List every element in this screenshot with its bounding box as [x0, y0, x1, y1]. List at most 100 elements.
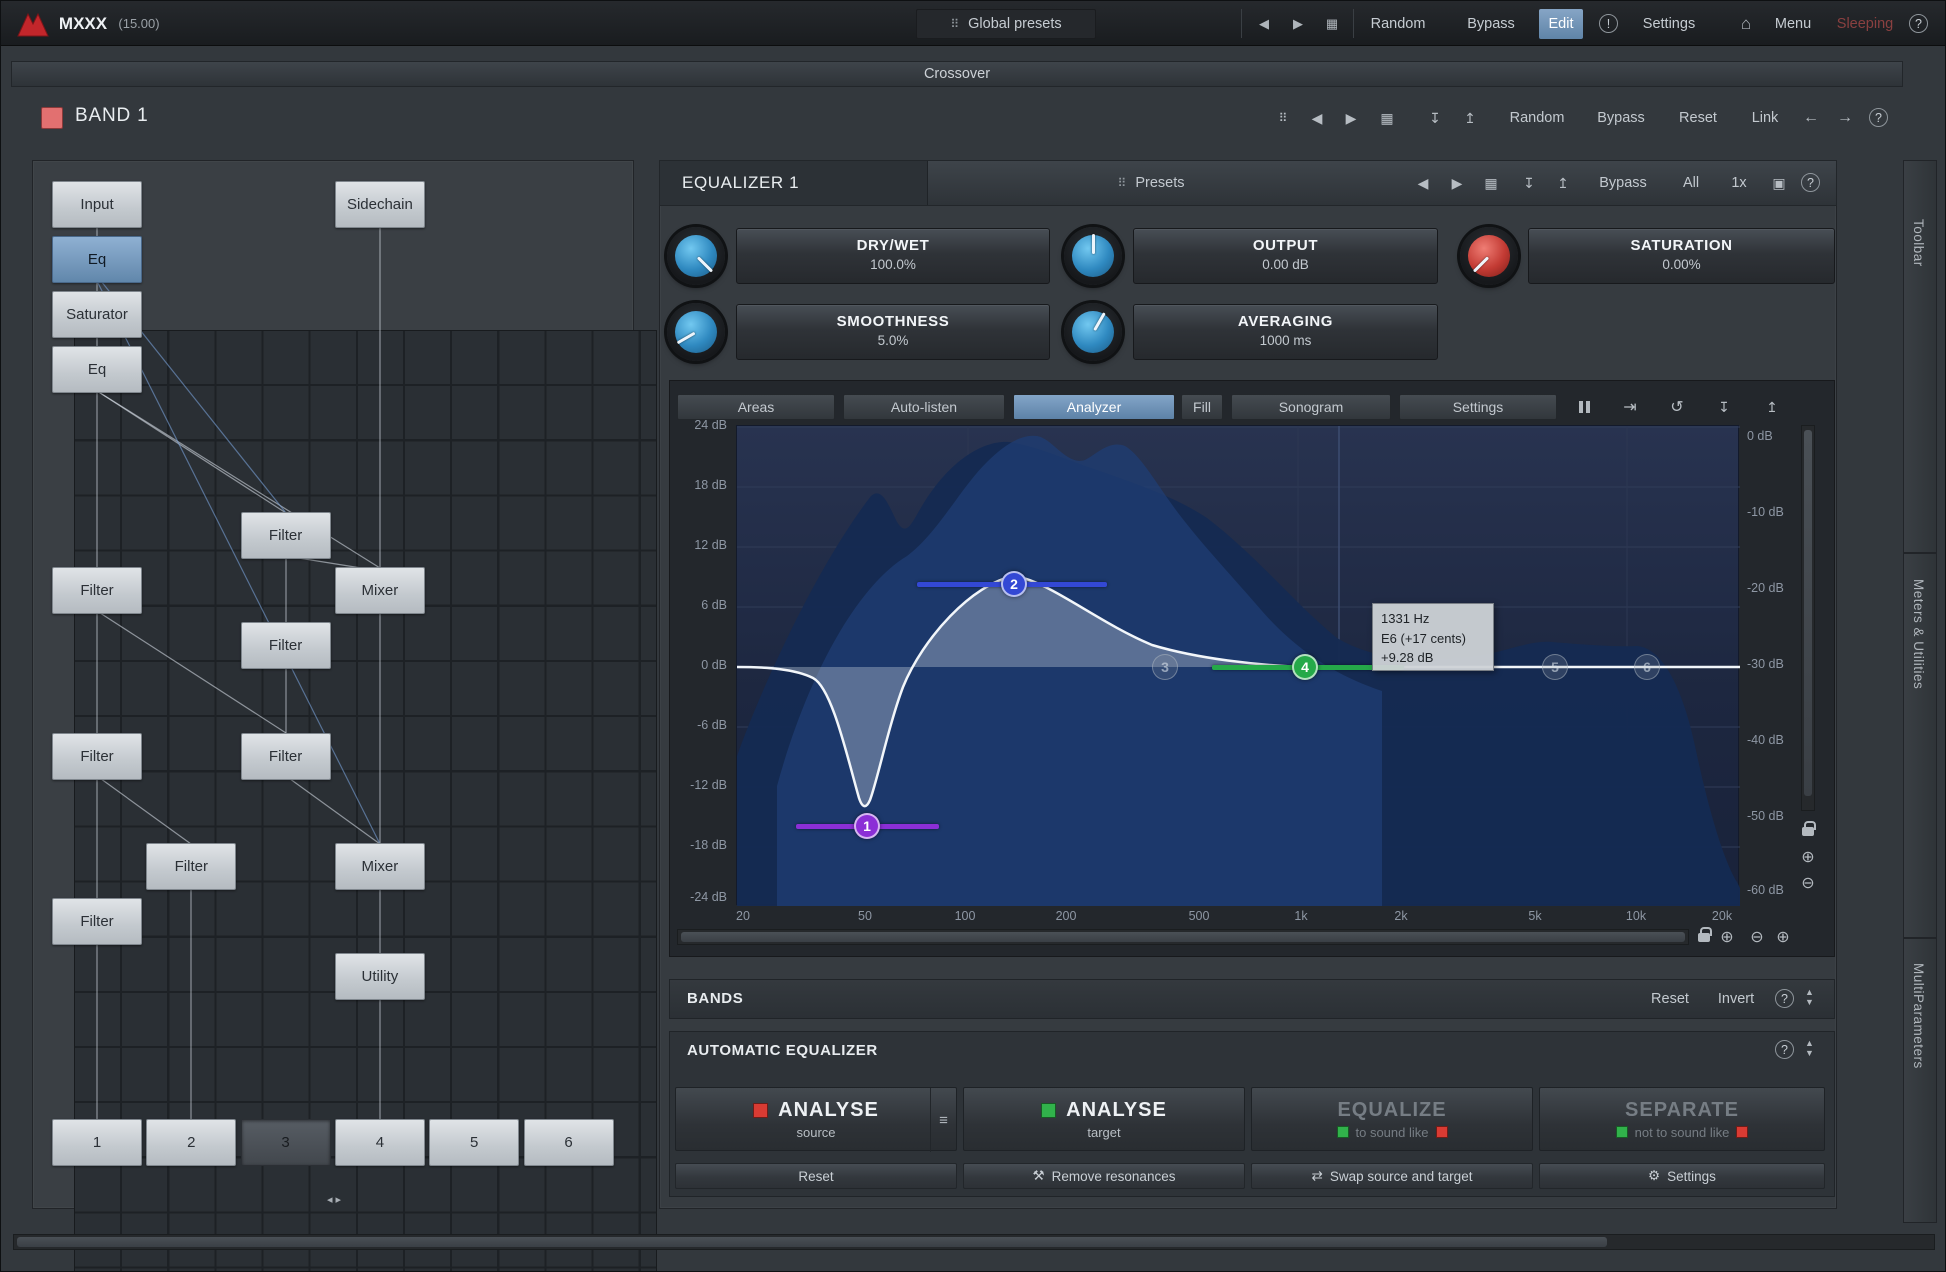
module-saturator[interactable]: Saturator [52, 291, 142, 338]
band-random-button[interactable]: Random [1499, 104, 1575, 132]
eq-preset-next-button[interactable]: ▶ [1443, 170, 1471, 196]
band-help-icon[interactable]: ? [1869, 108, 1888, 127]
module-mixer[interactable]: Mixer [335, 843, 425, 890]
separate-button[interactable]: SEPARATE not to sound like [1539, 1087, 1825, 1151]
eq-all-button[interactable]: All [1669, 170, 1713, 196]
module-input[interactable]: Input [52, 181, 142, 228]
copy-icon[interactable]: ↧ [1421, 104, 1449, 132]
eq-plot[interactable]: 123456 [736, 425, 1739, 905]
paste-icon[interactable]: ↥ [1456, 104, 1484, 132]
band-link-button[interactable]: Link [1739, 104, 1791, 132]
module-utility[interactable]: Utility [335, 953, 425, 1000]
arrow-right-icon[interactable]: → [1831, 104, 1859, 132]
preset-next-button[interactable]: ▶ [1285, 11, 1311, 37]
averaging-panel[interactable]: AVERAGING 1000 ms [1133, 304, 1438, 360]
band-reset-button[interactable]: Reset [1667, 104, 1729, 132]
plot-vscrollbar[interactable] [1801, 425, 1815, 811]
lock-icon[interactable] [1698, 933, 1710, 942]
band-3-handle[interactable]: 3 [1152, 654, 1178, 680]
module-filter[interactable]: Filter [241, 622, 331, 669]
zoom-out-icon[interactable]: ⊖ [1747, 927, 1767, 947]
export-icon[interactable]: ↧ [1709, 394, 1739, 420]
eq-paste-icon[interactable]: ↥ [1549, 170, 1577, 196]
auto-eq-reset-button[interactable]: Reset [675, 1163, 957, 1189]
zoom-in-icon[interactable]: ⊕ [1773, 927, 1793, 947]
module-eq[interactable]: Eq [52, 236, 142, 283]
band-color-swatch[interactable] [41, 107, 63, 129]
band-1-handle[interactable]: 1 [854, 813, 880, 839]
bands-invert-button[interactable]: Invert [1705, 985, 1767, 1013]
module-2[interactable]: 2 [146, 1119, 236, 1166]
module-5[interactable]: 5 [429, 1119, 519, 1166]
tab-areas[interactable]: Areas [677, 394, 835, 420]
analyse-source-button[interactable]: ANALYSE source ≡ [675, 1087, 957, 1151]
menu-button[interactable]: Menu [1767, 1, 1819, 46]
preset-prev-button[interactable]: ◀ [1251, 11, 1277, 37]
band-prev-button[interactable]: ◀ [1303, 104, 1331, 132]
zoom-in-icon[interactable]: ⊕ [1798, 847, 1818, 867]
swap-source-target-button[interactable]: ⇄ Swap source and target [1251, 1163, 1533, 1189]
auto-eq-settings-button[interactable]: ⚙ Settings [1539, 1163, 1825, 1189]
band-next-button[interactable]: ▶ [1337, 104, 1365, 132]
eq-randomize-icon[interactable]: ▦ [1477, 170, 1505, 196]
tab-settings[interactable]: Settings [1399, 394, 1557, 420]
bands-help-icon[interactable]: ? [1775, 989, 1794, 1008]
module-filter[interactable]: Filter [241, 733, 331, 780]
equalizer-title-tab[interactable]: EQUALIZER 1 [660, 161, 928, 205]
sleeping-indicator[interactable]: Sleeping [1829, 1, 1901, 46]
randomize-icon[interactable]: ▦ [1319, 11, 1345, 37]
band-2-handle[interactable]: 2 [1001, 571, 1027, 597]
detach-window-icon[interactable]: ▣ [1765, 170, 1793, 196]
module-filter[interactable]: Filter [52, 567, 142, 614]
averaging-knob[interactable] [1064, 303, 1122, 361]
help-icon[interactable]: ? [1909, 14, 1928, 33]
arrow-left-icon[interactable]: ← [1797, 104, 1825, 132]
band-5-handle[interactable]: 5 [1542, 654, 1568, 680]
eq-oversampling-button[interactable]: 1x [1719, 170, 1759, 196]
pause-icon[interactable] [1569, 394, 1599, 420]
grid-icon[interactable]: ⠿ [1269, 104, 1297, 132]
module-6[interactable]: 6 [524, 1119, 614, 1166]
band-bypass-button[interactable]: Bypass [1585, 104, 1657, 132]
edit-button[interactable]: Edit [1539, 9, 1583, 39]
saturation-panel[interactable]: SATURATION 0.00% [1528, 228, 1835, 284]
band-6-handle[interactable]: 6 [1634, 654, 1660, 680]
eq-copy-icon[interactable]: ↧ [1515, 170, 1543, 196]
home-icon[interactable]: ⌂ [1733, 11, 1759, 37]
output-panel[interactable]: OUTPUT 0.00 dB [1133, 228, 1438, 284]
module-filter[interactable]: Filter [52, 733, 142, 780]
zoom-in-icon[interactable]: ⊕ [1717, 927, 1737, 947]
tab-fill[interactable]: Fill [1181, 394, 1223, 420]
lock-icon[interactable] [1802, 827, 1814, 836]
main-hscrollbar[interactable] [13, 1234, 1935, 1250]
smoothness-knob[interactable] [667, 303, 725, 361]
module-filter[interactable]: Filter [52, 898, 142, 945]
tab-analyzer[interactable]: Analyzer [1013, 394, 1175, 420]
eq-preset-prev-button[interactable]: ◀ [1409, 170, 1437, 196]
plot-hscrollbar[interactable] [677, 929, 1689, 945]
auto-eq-collapse-control[interactable]: ▲ ▼ [1805, 1038, 1814, 1059]
tab-auto-listen[interactable]: Auto-listen [843, 394, 1005, 420]
module-filter[interactable]: Filter [241, 512, 331, 559]
dry-wet-knob[interactable] [667, 227, 725, 285]
output-knob[interactable] [1064, 227, 1122, 285]
global-presets-button[interactable]: ⠿ Global presets [916, 9, 1096, 39]
eq-bypass-button[interactable]: Bypass [1587, 170, 1659, 196]
smoothness-panel[interactable]: SMOOTHNESS 5.0% [736, 304, 1050, 360]
saturation-knob[interactable] [1460, 227, 1518, 285]
remove-resonances-button[interactable]: ⚒ Remove resonances [963, 1163, 1245, 1189]
bands-reset-button[interactable]: Reset [1641, 985, 1699, 1013]
equalize-button[interactable]: EQUALIZE to sound like [1251, 1087, 1533, 1151]
eq-help-icon[interactable]: ? [1801, 173, 1820, 192]
module-eq[interactable]: Eq [52, 346, 142, 393]
module-4[interactable]: 4 [335, 1119, 425, 1166]
bands-collapse-control[interactable]: ▲ ▼ [1805, 987, 1814, 1008]
module-1[interactable]: 1 [52, 1119, 142, 1166]
module-3[interactable]: 3 [241, 1119, 331, 1166]
tab-sonogram[interactable]: Sonogram [1231, 394, 1391, 420]
bypass-button[interactable]: Bypass [1453, 1, 1529, 46]
analyse-source-menu[interactable]: ≡ [930, 1088, 956, 1152]
module-sidechain[interactable]: Sidechain [335, 181, 425, 228]
reset-analysis-icon[interactable]: ↺ [1662, 394, 1692, 420]
panel-resize-handle[interactable]: ◂ ▸ [318, 1193, 350, 1207]
